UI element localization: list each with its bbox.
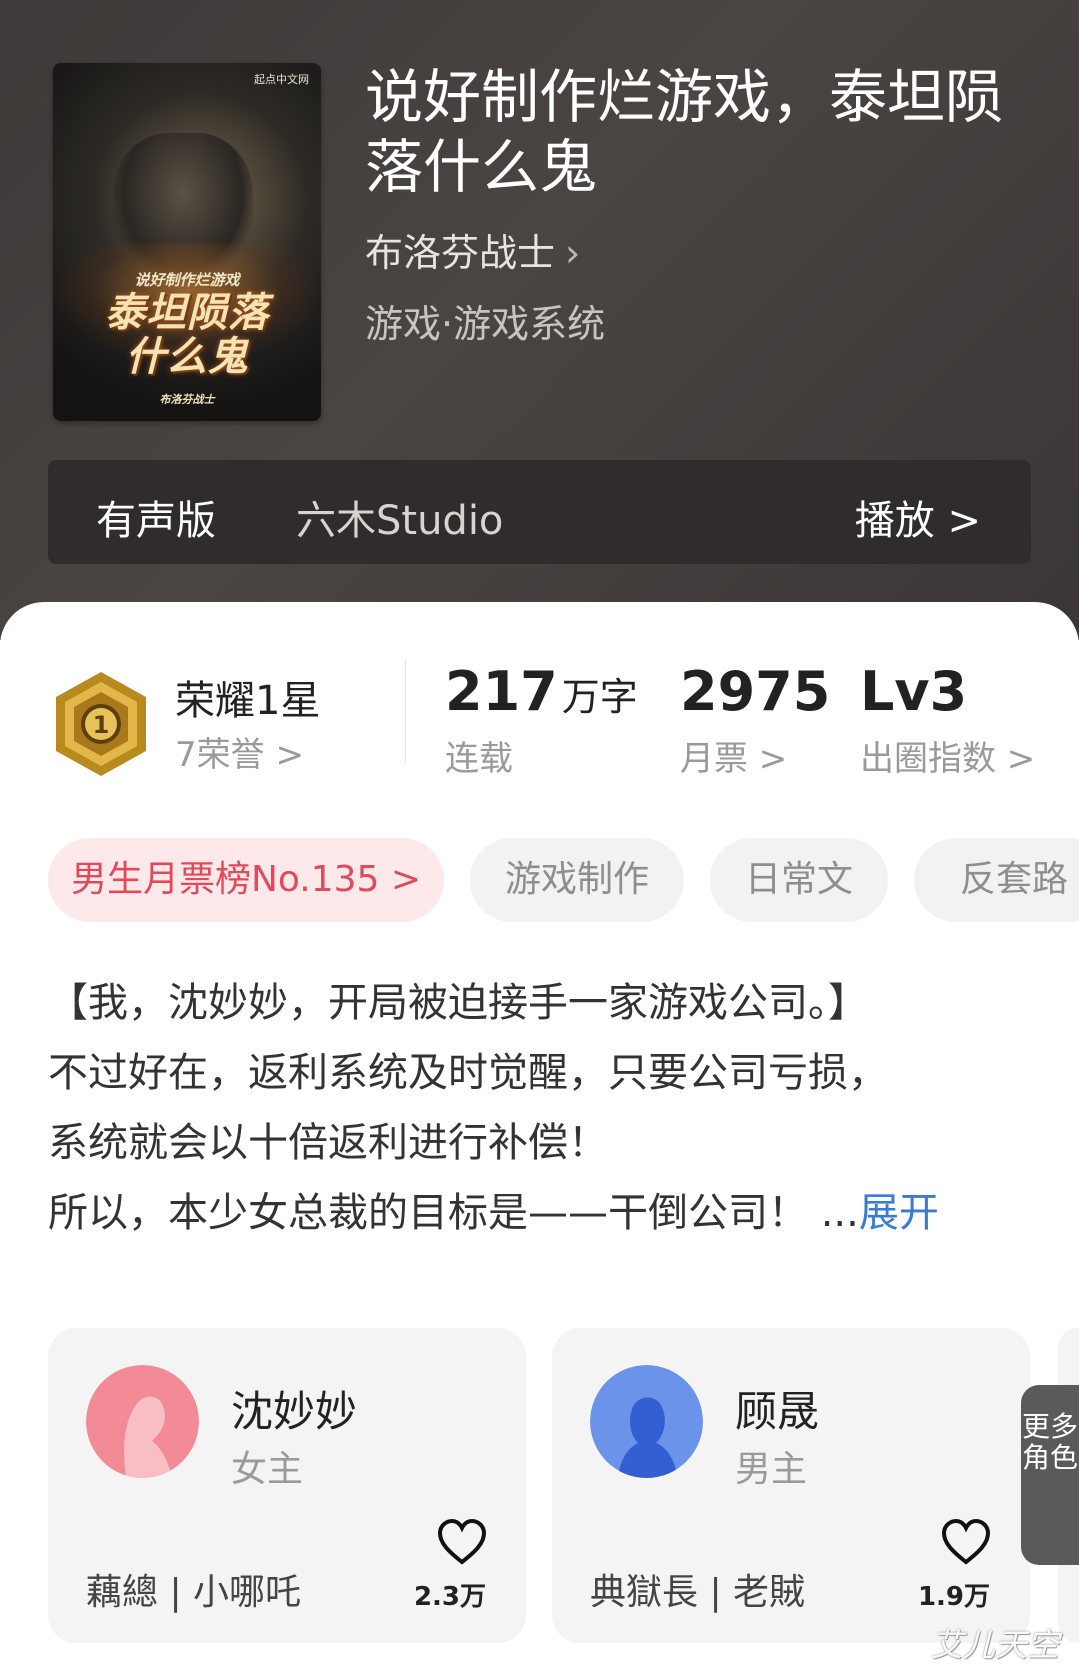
svg-text:1: 1 [93,711,110,739]
role-name: 沈妙妙 [231,1387,358,1436]
tag-anti-trope[interactable]: 反套路 [914,838,1079,922]
watermark: 艾儿天空 [930,1626,1059,1664]
honor-badge-icon[interactable]: 1 [52,670,150,778]
author-link[interactable]: 布洛芬战士 › [365,222,580,277]
honor-title: 荣耀1星 [175,678,321,724]
popularity-index-link[interactable]: 出圈指数 > [860,731,1035,780]
book-title: 说好制作烂游戏，泰坦陨落什么鬼 [365,63,1004,201]
author-name: 布洛芬战士 [365,231,556,275]
book-description: 【我，沈妙妙，开局被迫接手一家游戏公司。】 不过好在，返利系统及时觉醒，只要公司… [48,980,939,1236]
role-card[interactable]: 沈妙妙 女主 藕總 | 小哪吒 2.3万 [48,1328,526,1643]
tag-game-making[interactable]: 游戏制作 [470,838,684,922]
tag-row: 男生月票榜No.135 > 游戏制作 日常文 反套路 [48,838,1079,922]
heart-icon[interactable] [436,1518,488,1566]
cover-brand: 起点中文网 [254,73,309,86]
cover-small-title: 说好制作烂游戏 [134,271,240,289]
more-roles-button[interactable]: 更多角色 [1021,1385,1079,1565]
monthly-ticket-link[interactable]: 月票 > [680,731,787,780]
word-count: 217 万字 [445,660,638,723]
like-count: 2.3万 [413,1582,487,1612]
avatar [86,1365,199,1478]
role-type: 女主 [231,1449,304,1490]
audiobook-label: 有声版 [96,498,216,544]
stats-divider [405,660,406,762]
like-count: 1.9万 [917,1582,991,1612]
heart-icon[interactable] [940,1518,992,1566]
role-voice-actor: 典獄長 | 老賊 [590,1572,806,1613]
book-genre: 游戏·游戏系统 [365,302,606,346]
role-card[interactable]: 顾晟 男主 典獄長 | 老賊 1.9万 [552,1328,1030,1643]
rank-tag[interactable]: 男生月票榜No.135 > [48,838,444,922]
audiobook-studio: 六木Studio [296,498,504,544]
role-voice-actor: 藕總 | 小哪吒 [86,1572,302,1613]
cover-big-title: 泰坦陨落 什么鬼 [105,290,269,380]
popularity-level: Lv3 [860,660,968,723]
audiobook-bar[interactable]: 有声版 六木Studio 播放 > [48,460,1031,564]
honor-points-link[interactable]: 7荣誉 > [175,727,304,776]
cover-author: 布洛芬战士 [159,393,215,406]
expand-link[interactable]: 展开 [859,1190,939,1236]
avatar [590,1365,703,1478]
monthly-ticket-count: 2975 [680,660,831,723]
play-button[interactable]: 播放 > [855,488,981,546]
serial-status: 连载 [445,739,513,779]
book-cover[interactable]: 起点中文网 说好制作烂游戏 泰坦陨落 什么鬼 布洛芬战士 [53,63,321,421]
role-type: 男主 [735,1449,808,1490]
tag-daily[interactable]: 日常文 [710,838,888,922]
chevron-right-icon: › [565,231,581,275]
role-name: 顾晟 [735,1387,820,1436]
